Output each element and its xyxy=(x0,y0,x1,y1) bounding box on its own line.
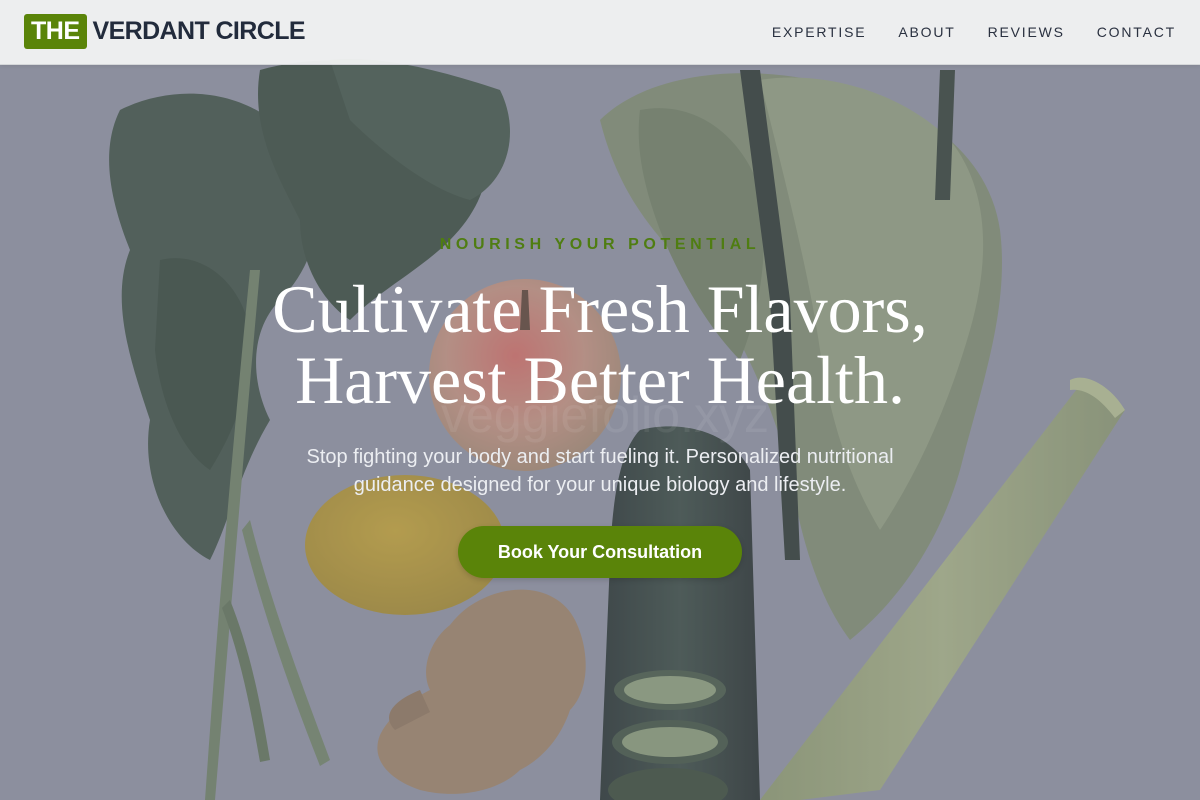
hero-headline: Cultivate Fresh Flavors, Harvest Better … xyxy=(0,274,1200,416)
hero-headline-line1: Cultivate Fresh Flavors, xyxy=(272,271,928,347)
brand-badge: THE xyxy=(24,14,87,49)
nav-link-expertise[interactable]: EXPERTISE xyxy=(772,24,867,40)
landing-page: veggiefolio.xyz THE VERDANT CIRCLE EXPER… xyxy=(0,0,1200,800)
brand-logo[interactable]: THE VERDANT CIRCLE xyxy=(24,14,306,49)
brand-name: VERDANT CIRCLE xyxy=(92,17,306,45)
nav-link-reviews[interactable]: REVIEWS xyxy=(988,24,1065,40)
hero-eyebrow: NOURISH YOUR POTENTIAL xyxy=(439,236,761,253)
hero-subtext: Stop fighting your body and start fuelin… xyxy=(306,446,894,496)
book-consultation-button[interactable]: Book Your Consultation xyxy=(458,526,742,578)
nav-link-about[interactable]: ABOUT xyxy=(898,24,955,40)
nav-link-contact[interactable]: CONTACT xyxy=(1097,24,1176,40)
navbar: THE VERDANT CIRCLE EXPERTISE ABOUT REVIE… xyxy=(0,0,1200,65)
hero-headline-line2: Harvest Better Health. xyxy=(295,342,905,418)
nav-links: EXPERTISE ABOUT REVIEWS CONTACT xyxy=(740,0,1176,64)
